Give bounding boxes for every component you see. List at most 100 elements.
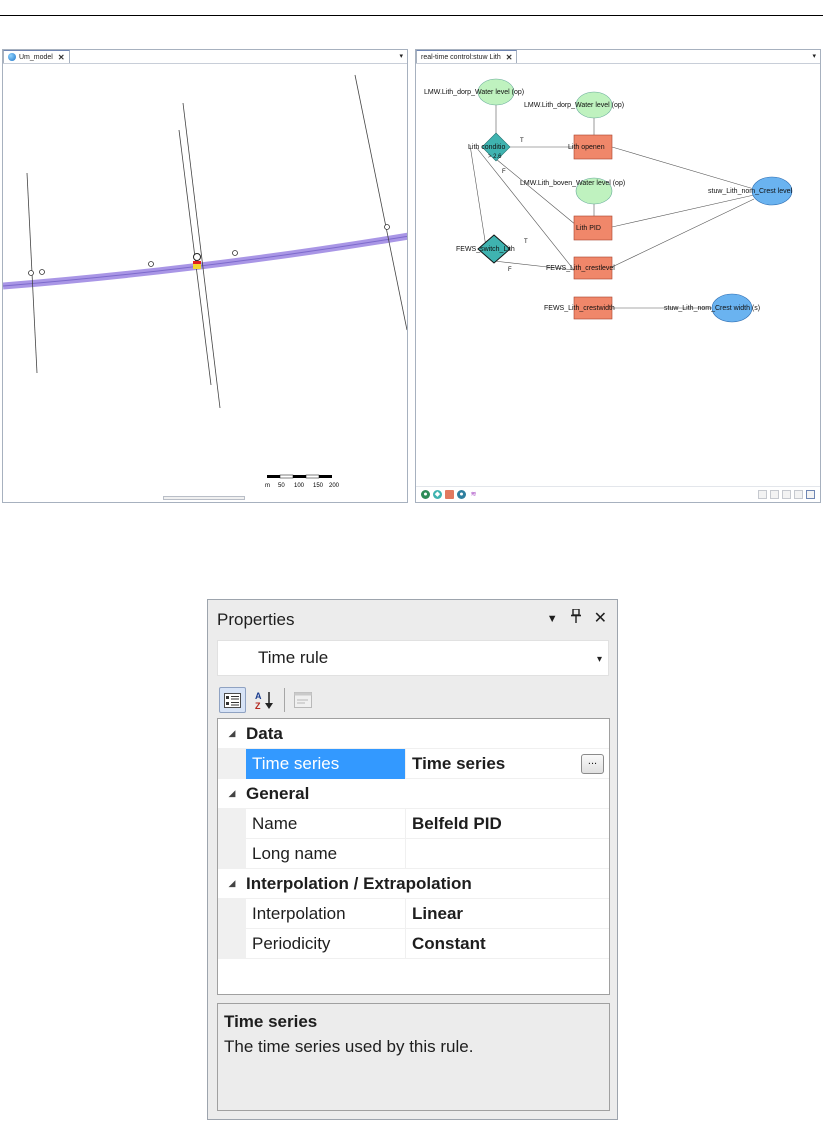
- connection: [495, 158, 577, 226]
- window-controls: ▼ ✕: [547, 608, 607, 629]
- property-name[interactable]: Time series: [246, 748, 406, 779]
- scale-bar: [293, 475, 306, 478]
- page-top-rule: [0, 15, 823, 16]
- property-value[interactable]: Time series: [406, 749, 609, 779]
- property-grid: ◢ Data Time series Time series ... ◢ Gen…: [217, 718, 610, 995]
- property-row-periodicity[interactable]: Periodicity Constant: [218, 928, 609, 959]
- pin-icon[interactable]: [570, 608, 581, 629]
- dropdown-arrow-icon[interactable]: ▼: [547, 609, 558, 629]
- property-name[interactable]: Name: [246, 808, 406, 839]
- node-label: Lith conditio: [468, 144, 505, 151]
- description-pane: Time series The time series used by this…: [217, 1003, 610, 1111]
- map-node: [28, 270, 34, 276]
- property-value[interactable]: Constant: [406, 929, 609, 959]
- collapse-triangle-icon[interactable]: ◢: [218, 788, 246, 799]
- map-node: [39, 269, 45, 275]
- weir-icon: [193, 264, 201, 269]
- properties-toolbar: AZ: [217, 684, 609, 716]
- print-icon[interactable]: [794, 490, 803, 499]
- view-menu-icon[interactable]: ▾: [812, 52, 816, 60]
- weir-node: [193, 253, 201, 261]
- properties-header: Properties ▼ ✕: [208, 600, 617, 640]
- node-label: LMW.Lith_dorp_Water level (op): [524, 102, 624, 109]
- property-row-long-name[interactable]: Long name: [218, 838, 609, 869]
- property-name[interactable]: Interpolation: [246, 898, 406, 929]
- property-pages-button[interactable]: [291, 687, 315, 713]
- collapse-triangle-icon[interactable]: ◢: [218, 728, 246, 739]
- rule-tool-icon[interactable]: [445, 490, 454, 499]
- node-label: FEWS_Lith_crestlevel: [546, 265, 615, 272]
- property-value[interactable]: [406, 839, 609, 869]
- node-label: Lith openen: [568, 144, 605, 151]
- scale-bar: [279, 474, 294, 479]
- connection: [469, 144, 487, 248]
- zoom-icon[interactable]: [758, 490, 767, 499]
- map-canvas[interactable]: m 50 100 150 200: [3, 65, 408, 503]
- edge-label: T: [520, 138, 524, 144]
- export-icon[interactable]: [806, 490, 815, 499]
- chevron-down-icon[interactable]: ▾: [597, 654, 602, 665]
- property-row-interpolation[interactable]: Interpolation Linear: [218, 898, 609, 929]
- alphabetical-view-button[interactable]: AZ: [252, 687, 278, 713]
- close-icon[interactable]: ✕: [594, 609, 607, 629]
- scale-bar: [305, 474, 320, 479]
- signal-tool-icon[interactable]: ●: [457, 490, 466, 499]
- row-gutter: [218, 898, 246, 929]
- property-row-name[interactable]: Name Belfeld PID: [218, 808, 609, 839]
- row-gutter: [218, 928, 246, 959]
- property-name[interactable]: Long name: [246, 838, 406, 869]
- node-label: LMW.Lith_dorp_Water level (op): [424, 89, 524, 96]
- fit-icon[interactable]: [782, 490, 791, 499]
- category-label: Interpolation / Extrapolation: [246, 873, 472, 893]
- categorized-view-button[interactable]: [219, 687, 246, 713]
- tab-um-model[interactable]: Um_model ✕: [3, 50, 70, 63]
- zoom-out-icon[interactable]: [770, 490, 779, 499]
- map-node: [148, 261, 154, 267]
- scale-tick: 150: [313, 483, 324, 489]
- collapse-triangle-icon[interactable]: ◢: [218, 878, 246, 889]
- property-value[interactable]: Linear: [406, 899, 609, 929]
- view-menu-icon[interactable]: ▾: [399, 52, 403, 60]
- scale-bar: [267, 475, 280, 478]
- cross-section: [354, 74, 407, 331]
- scale-tick: 100: [294, 483, 305, 489]
- category-label: General: [246, 783, 310, 803]
- condition-tool-icon[interactable]: ◆: [433, 490, 442, 499]
- object-selector-combo[interactable]: Time rule ▾: [217, 640, 609, 676]
- close-icon[interactable]: ✕: [58, 53, 65, 62]
- property-name[interactable]: Periodicity: [246, 928, 406, 959]
- property-row-time-series[interactable]: Time series Time series ...: [218, 748, 609, 779]
- node-label: > 2.6: [488, 154, 502, 160]
- flow-canvas[interactable]: LMW.Lith_dorp_Water level (op) LMW.Lith_…: [416, 65, 821, 485]
- category-row-interpolation[interactable]: ◢ Interpolation / Extrapolation: [218, 869, 609, 899]
- svg-text:A: A: [255, 691, 262, 701]
- category-label: Data: [246, 723, 283, 743]
- connection: [611, 194, 755, 228]
- category-row-general[interactable]: ◢ General: [218, 779, 609, 809]
- browse-button[interactable]: ...: [581, 754, 604, 774]
- flow-toolbar-right: [758, 490, 815, 499]
- tab-real-time-control[interactable]: real-time control:stuw Lith ✕: [416, 50, 518, 63]
- node-label: stuw_Lith_nom_Crest level: [708, 188, 792, 195]
- row-gutter: [218, 838, 246, 869]
- horizontal-scrollbar[interactable]: [163, 496, 245, 500]
- wifi-icon[interactable]: ≋: [469, 490, 478, 499]
- edge-label: F: [502, 169, 506, 175]
- categorized-icon: [224, 692, 241, 708]
- category-row-data[interactable]: ◢ Data: [218, 719, 609, 749]
- map-tabbar: Um_model ✕ ▾: [3, 50, 407, 64]
- row-gutter: [218, 808, 246, 839]
- scale-tick: 200: [329, 483, 340, 489]
- close-icon[interactable]: ✕: [506, 53, 513, 62]
- rtc-flow-panel: real-time control:stuw Lith ✕ ▾ LMW.Lith…: [415, 49, 821, 503]
- svg-text:Z: Z: [255, 701, 261, 710]
- scale-unit: m: [265, 483, 270, 489]
- cross-section: [182, 102, 221, 409]
- tab-label: real-time control:stuw Lith: [421, 53, 501, 61]
- run-icon[interactable]: ●: [421, 490, 430, 499]
- property-value[interactable]: Belfeld PID: [406, 809, 609, 839]
- connection: [611, 146, 755, 190]
- property-pages-icon: [294, 692, 312, 708]
- node-label: LMW.Lith_boven_Water level (op): [520, 180, 625, 187]
- map-node: [384, 224, 390, 230]
